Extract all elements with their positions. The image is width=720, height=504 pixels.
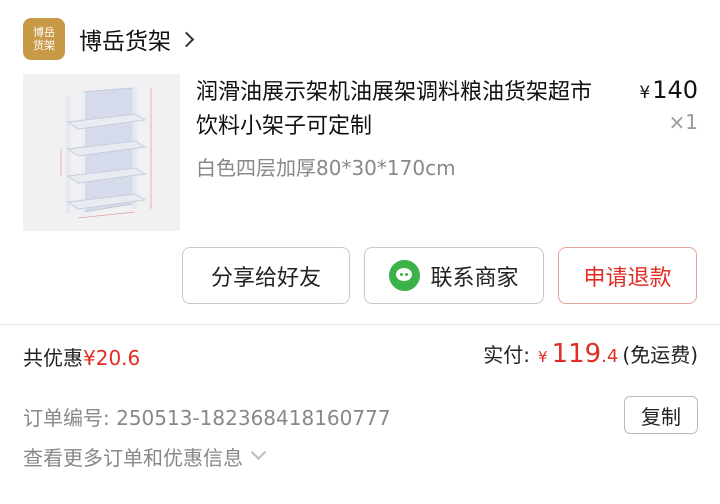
discount-label: 共优惠 bbox=[23, 346, 83, 370]
copy-button-label: 复制 bbox=[641, 404, 681, 429]
paid-int: 119 bbox=[551, 339, 602, 369]
order-info-card: 订单编号: 250513-182368418160777 复制 查看更多订单和优… bbox=[0, 380, 720, 504]
product-spec: 白色四层加厚80*30*170cm bbox=[196, 156, 456, 180]
price-value: 140 bbox=[652, 76, 698, 104]
shop-header[interactable]: 博岳 货架 博岳货架 bbox=[23, 17, 195, 61]
copy-order-number-button[interactable]: 复制 bbox=[624, 396, 698, 434]
shop-logo: 博岳 货架 bbox=[23, 18, 65, 60]
shop-logo-text: 博岳 货架 bbox=[33, 26, 55, 52]
share-button[interactable]: 分享给好友 bbox=[182, 247, 350, 304]
discount-info: 共优惠¥20.6 bbox=[23, 342, 140, 371]
chevron-right-icon[interactable] bbox=[178, 31, 195, 47]
discount-value: ¥20.6 bbox=[83, 346, 141, 370]
price-currency: ¥ bbox=[639, 83, 651, 103]
shipping-note: (免运费) bbox=[622, 343, 698, 367]
shelf-icon bbox=[23, 74, 180, 231]
product-title[interactable]: 润滑油展示架机油展架调料粮油货架超市饮料小架子可定制 bbox=[196, 76, 606, 144]
product-image[interactable] bbox=[23, 74, 180, 231]
contact-button-label: 联系商家 bbox=[430, 265, 519, 291]
order-number-value: 250513-182368418160777 bbox=[116, 406, 391, 430]
paid-dec: .4 bbox=[601, 346, 619, 367]
paid-label: 实付: bbox=[483, 343, 531, 367]
contact-seller-button[interactable]: 联系商家 bbox=[364, 247, 544, 304]
product-quantity: ×1 bbox=[668, 110, 698, 134]
wechat-icon bbox=[389, 260, 421, 291]
order-number: 订单编号: 250513-182368418160777 bbox=[23, 402, 391, 431]
refund-button[interactable]: 申请退款 bbox=[558, 247, 697, 304]
more-order-info-toggle[interactable]: 查看更多订单和优惠信息 bbox=[23, 442, 267, 471]
refund-button-label: 申请退款 bbox=[583, 265, 672, 291]
product-price: ¥140 bbox=[639, 76, 698, 104]
shop-name[interactable]: 博岳货架 bbox=[79, 22, 171, 56]
order-number-label: 订单编号: bbox=[23, 406, 110, 430]
payment-summary: 共优惠¥20.6 实付: ¥ 119 .4 (免运费) bbox=[0, 325, 720, 387]
paid-currency: ¥ bbox=[538, 348, 548, 366]
chevron-down-icon[interactable] bbox=[250, 444, 267, 461]
share-button-label: 分享给好友 bbox=[210, 265, 321, 291]
more-info-label: 查看更多订单和优惠信息 bbox=[23, 446, 243, 470]
order-item-card: 博岳 货架 博岳货架 润滑油展示架机油展架调料粮油货架超市饮料小架子可定制 白色… bbox=[0, 0, 720, 324]
paid-amount: 实付: ¥ 119 .4 (免运费) bbox=[483, 339, 698, 369]
